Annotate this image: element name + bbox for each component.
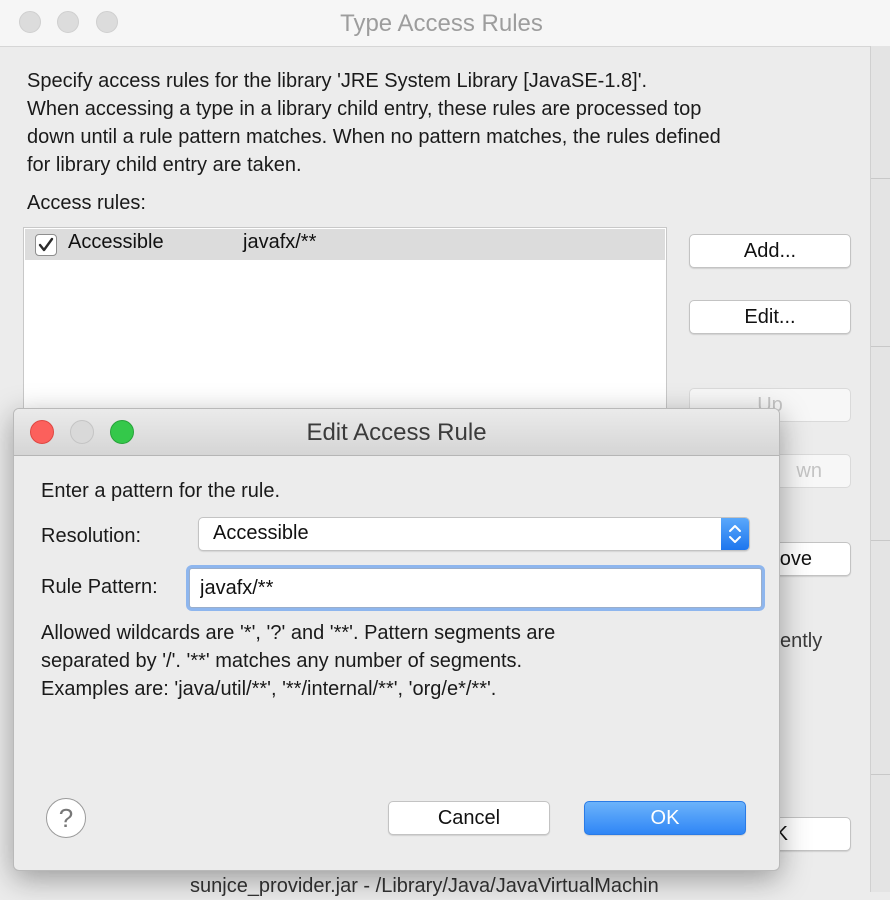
rule-pattern: javafx/**: [243, 231, 317, 253]
help-line-2: separated by '/'. '**' matches any numbe…: [41, 650, 523, 672]
resolution-value: Accessible: [213, 522, 309, 544]
prompt-text: Enter a pattern for the rule.: [41, 480, 281, 502]
help-icon[interactable]: ?: [46, 798, 86, 838]
right-edge-panel: [870, 46, 890, 892]
dialog-titlebar: Edit Access Rule: [14, 409, 779, 456]
cancel-button[interactable]: Cancel: [388, 801, 550, 835]
edit-access-rule-dialog: Edit Access Rule Enter a pattern for the…: [13, 408, 780, 871]
add-button[interactable]: Add...: [689, 234, 851, 268]
bottom-partial-text: sunjce_provider.jar - /Library/Java/Java…: [190, 875, 659, 897]
rule-resolution: Accessible: [68, 231, 164, 253]
access-rules-label: Access rules:: [27, 192, 146, 214]
dialog-title: Edit Access Rule: [306, 419, 487, 446]
partial-label: ently: [780, 630, 823, 652]
description-line-1: Specify access rules for the library 'JR…: [27, 70, 648, 92]
description-line-4: for library child entry are taken.: [27, 154, 302, 176]
resolution-label: Resolution:: [41, 525, 142, 547]
rule-pattern-label: Rule Pattern:: [41, 576, 158, 598]
table-row[interactable]: Accessible javafx/**: [25, 229, 665, 260]
resolution-select[interactable]: Accessible: [198, 517, 750, 551]
access-rules-list[interactable]: Accessible javafx/**: [23, 227, 667, 412]
bg-window-title: Type Access Rules: [340, 10, 543, 37]
checkmark-icon: [38, 237, 54, 252]
bg-titlebar: Type Access Rules: [0, 0, 890, 47]
edit-button[interactable]: Edit...: [689, 300, 851, 334]
rule-checkbox[interactable]: [35, 234, 57, 256]
help-line-3: Examples are: 'java/util/**', '**/intern…: [41, 678, 497, 700]
help-line-1: Allowed wildcards are '*', '?' and '**'.…: [41, 622, 556, 644]
description-line-2: When accessing a type in a library child…: [27, 98, 702, 120]
chevron-up-down-icon: [721, 518, 749, 550]
description-line-3: down until a rule pattern matches. When …: [27, 126, 721, 148]
ok-button[interactable]: OK: [584, 801, 746, 835]
rule-pattern-input[interactable]: [189, 568, 762, 608]
